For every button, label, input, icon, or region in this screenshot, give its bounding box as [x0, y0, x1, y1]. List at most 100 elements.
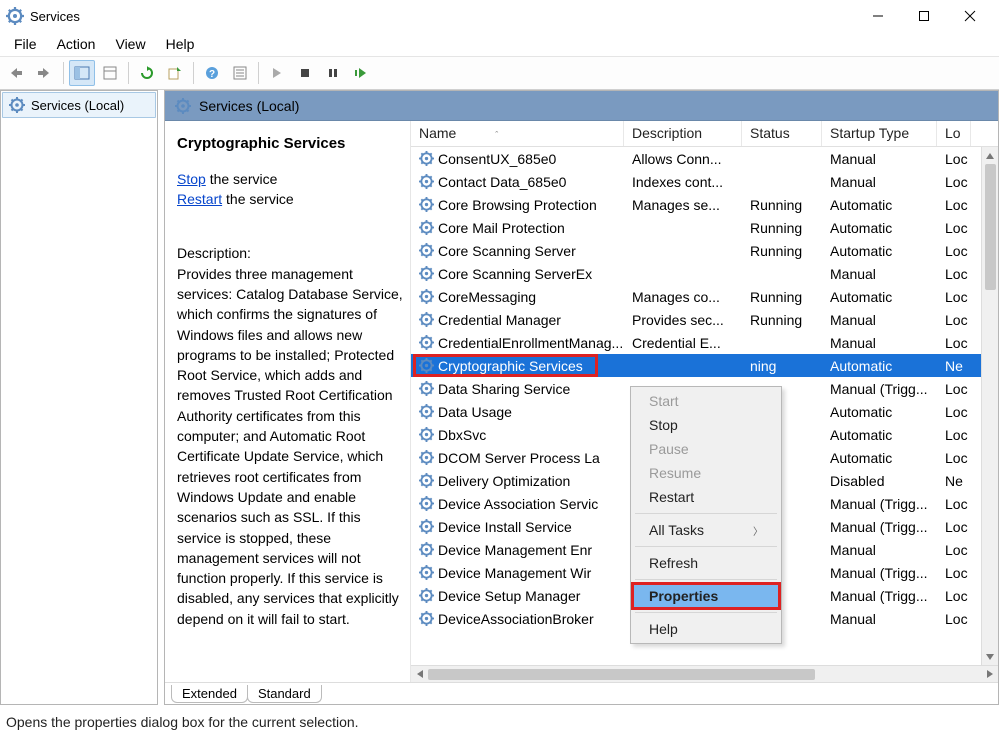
gear-icon: [419, 358, 434, 373]
column-log-on-as[interactable]: Lo: [937, 121, 971, 146]
toolbar-back-button[interactable]: [4, 60, 30, 86]
toolbar: ?: [0, 56, 999, 90]
column-name[interactable]: Name ˆ: [411, 121, 624, 146]
restart-service-link[interactable]: Restart: [177, 191, 222, 207]
minimize-button[interactable]: [855, 1, 901, 31]
gear-icon: [419, 404, 434, 419]
scroll-down-arrow[interactable]: [985, 648, 995, 665]
table-row[interactable]: CoreMessagingManages co...RunningAutomat…: [411, 285, 981, 308]
chevron-right-icon: 〉: [753, 523, 763, 538]
scroll-up-arrow[interactable]: [985, 147, 995, 164]
gear-icon: [419, 243, 434, 258]
table-row[interactable]: Core Scanning ServerRunningAutomaticLoc: [411, 239, 981, 262]
context-menu-properties[interactable]: Properties: [633, 584, 779, 608]
menu-view[interactable]: View: [107, 34, 153, 54]
app-gear-icon: [6, 7, 24, 25]
table-row[interactable]: Credential ManagerProvides sec...Running…: [411, 308, 981, 331]
gear-icon: [419, 473, 434, 488]
context-menu-help[interactable]: Help: [633, 617, 779, 641]
cell-startup: Manual: [822, 151, 937, 167]
cell-logon: Loc: [937, 404, 971, 420]
toolbar-stop-button[interactable]: [292, 60, 318, 86]
cell-status: Running: [742, 243, 822, 259]
cell-status: Running: [742, 312, 822, 328]
cell-status: Running: [742, 289, 822, 305]
table-row[interactable]: Core Browsing ProtectionManages se...Run…: [411, 193, 981, 216]
column-description[interactable]: Description: [624, 121, 742, 146]
cell-startup: Automatic: [822, 220, 937, 236]
maximize-button[interactable]: [901, 1, 947, 31]
table-row[interactable]: ConsentUX_685e0Allows Conn...ManualLoc: [411, 147, 981, 170]
close-button[interactable]: [947, 1, 993, 31]
cell-name: Device Setup Manager: [438, 588, 580, 604]
toolbar-play-button[interactable]: [264, 60, 290, 86]
menu-file[interactable]: File: [6, 34, 45, 54]
tab-extended[interactable]: Extended: [171, 685, 248, 703]
details-pane: Services (Local) Cryptographic Services …: [164, 90, 999, 705]
tab-standard[interactable]: Standard: [247, 685, 322, 703]
table-row[interactable]: Core Mail ProtectionRunningAutomaticLoc: [411, 216, 981, 239]
cell-logon: Loc: [937, 151, 971, 167]
column-status[interactable]: Status: [742, 121, 822, 146]
scroll-thumb[interactable]: [985, 164, 996, 290]
vertical-scrollbar[interactable]: [981, 147, 998, 665]
context-menu-pause: Pause: [633, 437, 779, 461]
toolbar-properties-button[interactable]: [227, 60, 253, 86]
cell-logon: Loc: [937, 266, 971, 282]
cell-startup: Automatic: [822, 197, 937, 213]
cell-name: Cryptographic Services: [438, 358, 583, 374]
cell-name: Device Association Servic: [438, 496, 598, 512]
toolbar-restart-button[interactable]: [348, 60, 374, 86]
toolbar-pause-button[interactable]: [320, 60, 346, 86]
cell-status: Running: [742, 220, 822, 236]
cell-description: Provides sec...: [624, 312, 742, 328]
gear-icon: [419, 565, 434, 580]
menu-action[interactable]: Action: [49, 34, 104, 54]
table-row[interactable]: Contact Data_685e0Indexes cont...ManualL…: [411, 170, 981, 193]
menu-help[interactable]: Help: [158, 34, 203, 54]
cell-startup: Automatic: [822, 427, 937, 443]
table-row[interactable]: Core Scanning ServerEx ManualLoc: [411, 262, 981, 285]
cell-description: Indexes cont...: [624, 174, 742, 190]
cell-description: Allows Conn...: [624, 151, 742, 167]
window-title: Services: [30, 9, 80, 24]
gear-icon: [419, 289, 434, 304]
cell-startup: Manual: [822, 266, 937, 282]
gear-icon: [419, 266, 434, 281]
hscroll-thumb[interactable]: [428, 669, 815, 680]
toolbar-sheet-button[interactable]: [97, 60, 123, 86]
context-menu-all-tasks[interactable]: All Tasks〉: [633, 518, 779, 542]
scroll-right-arrow[interactable]: [981, 667, 998, 682]
table-row[interactable]: CredentialEnrollmentManag...Credential E…: [411, 331, 981, 354]
tree-item-services-local[interactable]: Services (Local): [2, 92, 156, 118]
main-region: Services (Local) Services (Local) Crypto…: [0, 90, 999, 711]
context-menu-stop[interactable]: Stop: [633, 413, 779, 437]
cell-name: Core Scanning ServerEx: [438, 266, 592, 282]
toolbar-export-button[interactable]: [162, 60, 188, 86]
cell-name: DCOM Server Process La: [438, 450, 600, 466]
gear-icon: [419, 611, 434, 626]
menu-bar: File Action View Help: [0, 32, 999, 56]
horizontal-scrollbar[interactable]: [411, 665, 998, 682]
toolbar-show-hide-tree-button[interactable]: [69, 60, 95, 86]
cell-description: Credential E...: [624, 335, 742, 351]
column-startup-type[interactable]: Startup Type: [822, 121, 937, 146]
cell-startup: Manual (Trigg...: [822, 565, 937, 581]
toolbar-refresh-button[interactable]: [134, 60, 160, 86]
details-title: Services (Local): [199, 98, 299, 114]
scroll-left-arrow[interactable]: [411, 667, 428, 682]
gear-icon: [419, 496, 434, 511]
table-row[interactable]: Cryptographic ServicesningAutomaticNe: [411, 354, 981, 377]
toolbar-forward-button[interactable]: [32, 60, 58, 86]
gear-icon: [419, 542, 434, 557]
context-menu-refresh[interactable]: Refresh: [633, 551, 779, 575]
cell-name: Data Sharing Service: [438, 381, 570, 397]
cell-startup: Automatic: [822, 404, 937, 420]
status-bar: Opens the properties dialog box for the …: [0, 711, 999, 735]
toolbar-help-button[interactable]: ?: [199, 60, 225, 86]
stop-service-link[interactable]: Stop: [177, 171, 206, 187]
gear-icon: [419, 197, 434, 212]
cell-name: Delivery Optimization: [438, 473, 570, 489]
context-menu-restart[interactable]: Restart: [633, 485, 779, 509]
cell-logon: Loc: [937, 243, 971, 259]
